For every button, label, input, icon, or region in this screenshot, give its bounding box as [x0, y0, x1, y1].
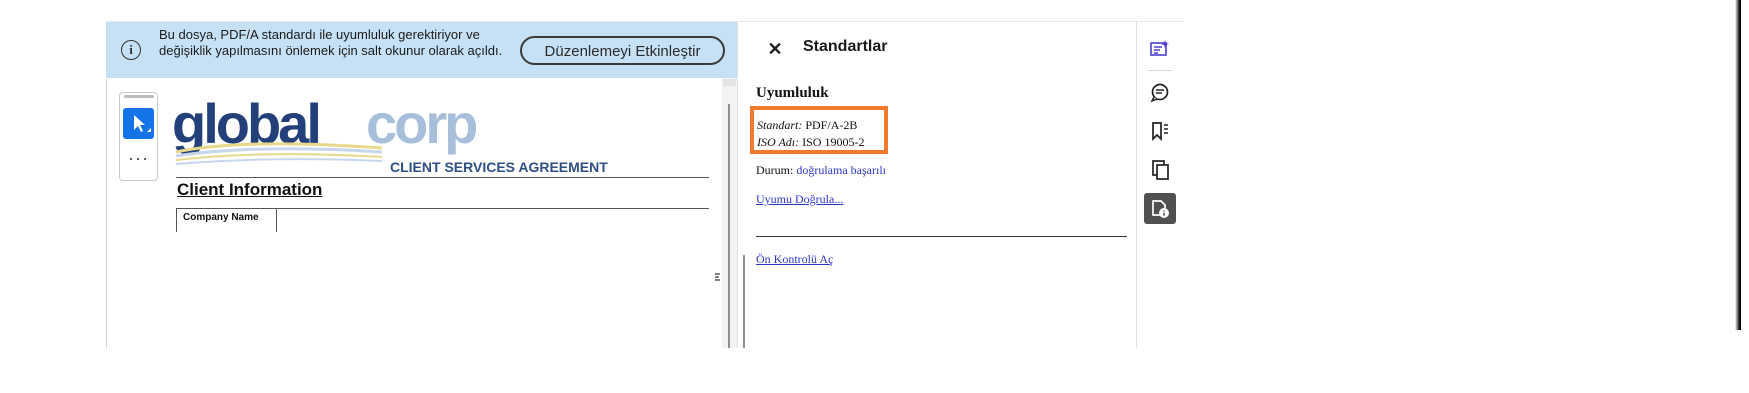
scrollbar-thumb[interactable]: [728, 104, 730, 348]
bookmark-icon[interactable]: [1145, 116, 1175, 146]
more-tools-button[interactable]: ···: [123, 149, 154, 170]
status-label: Durum:: [756, 163, 794, 177]
panel-title: Standartlar: [803, 38, 888, 55]
drag-handle[interactable]: [124, 95, 154, 98]
iso-label: ISO Adı:: [757, 135, 800, 149]
edit-pdf-icon[interactable]: [1145, 34, 1175, 64]
cursor-icon: [134, 115, 151, 132]
scroll-up-button[interactable]: [723, 79, 736, 86]
iso-row: ISO Adı: ISO 19005-2: [757, 135, 864, 150]
toolbar-divider: [1136, 22, 1137, 348]
comment-icon[interactable]: [1145, 78, 1175, 108]
document-rule: [176, 177, 709, 178]
enable-editing-button[interactable]: Düzenlemeyi Etkinleştir: [520, 36, 725, 65]
compliance-heading: Uyumluluk: [756, 85, 829, 101]
agreement-title: CLIENT SERVICES AGREEMENT: [390, 159, 608, 175]
standard-value: PDF/A-2B: [805, 118, 858, 132]
open-preflight-link[interactable]: Ön Kontrolü Aç: [756, 252, 833, 267]
logo-swoosh-icon: [175, 142, 383, 165]
panel-divider: [737, 22, 738, 348]
close-panel-button[interactable]: ✕: [766, 38, 784, 60]
iso-value: ISO 19005-2: [802, 135, 865, 149]
status-row: Durum: doğrulama başarılı: [756, 163, 886, 178]
panel-separator: [756, 236, 1127, 237]
section-heading: Client Information: [177, 180, 323, 199]
banner-message: Bu dosya, PDF/A standardı ile uyumluluk …: [159, 27, 503, 58]
pages-icon[interactable]: [1145, 155, 1175, 185]
company-name-label: Company Name: [183, 212, 259, 223]
resize-marker-icon: [715, 273, 720, 281]
verify-compliance-link[interactable]: Uyumu Doğrula...: [756, 192, 843, 207]
info-icon: i: [121, 40, 141, 60]
select-tool-button[interactable]: [123, 108, 154, 139]
panel-scrollbar-thumb[interactable]: [743, 255, 745, 348]
standards-icon[interactable]: [1144, 193, 1176, 224]
status-value: doğrulama başarılı: [796, 163, 886, 177]
standard-row: Standart: PDF/A-2B: [757, 118, 857, 133]
toolbar-separator: [1148, 70, 1172, 71]
standard-label: Standart:: [757, 118, 803, 132]
window-edge-shadow: [1735, 0, 1741, 330]
document-left-edge: [106, 78, 107, 348]
